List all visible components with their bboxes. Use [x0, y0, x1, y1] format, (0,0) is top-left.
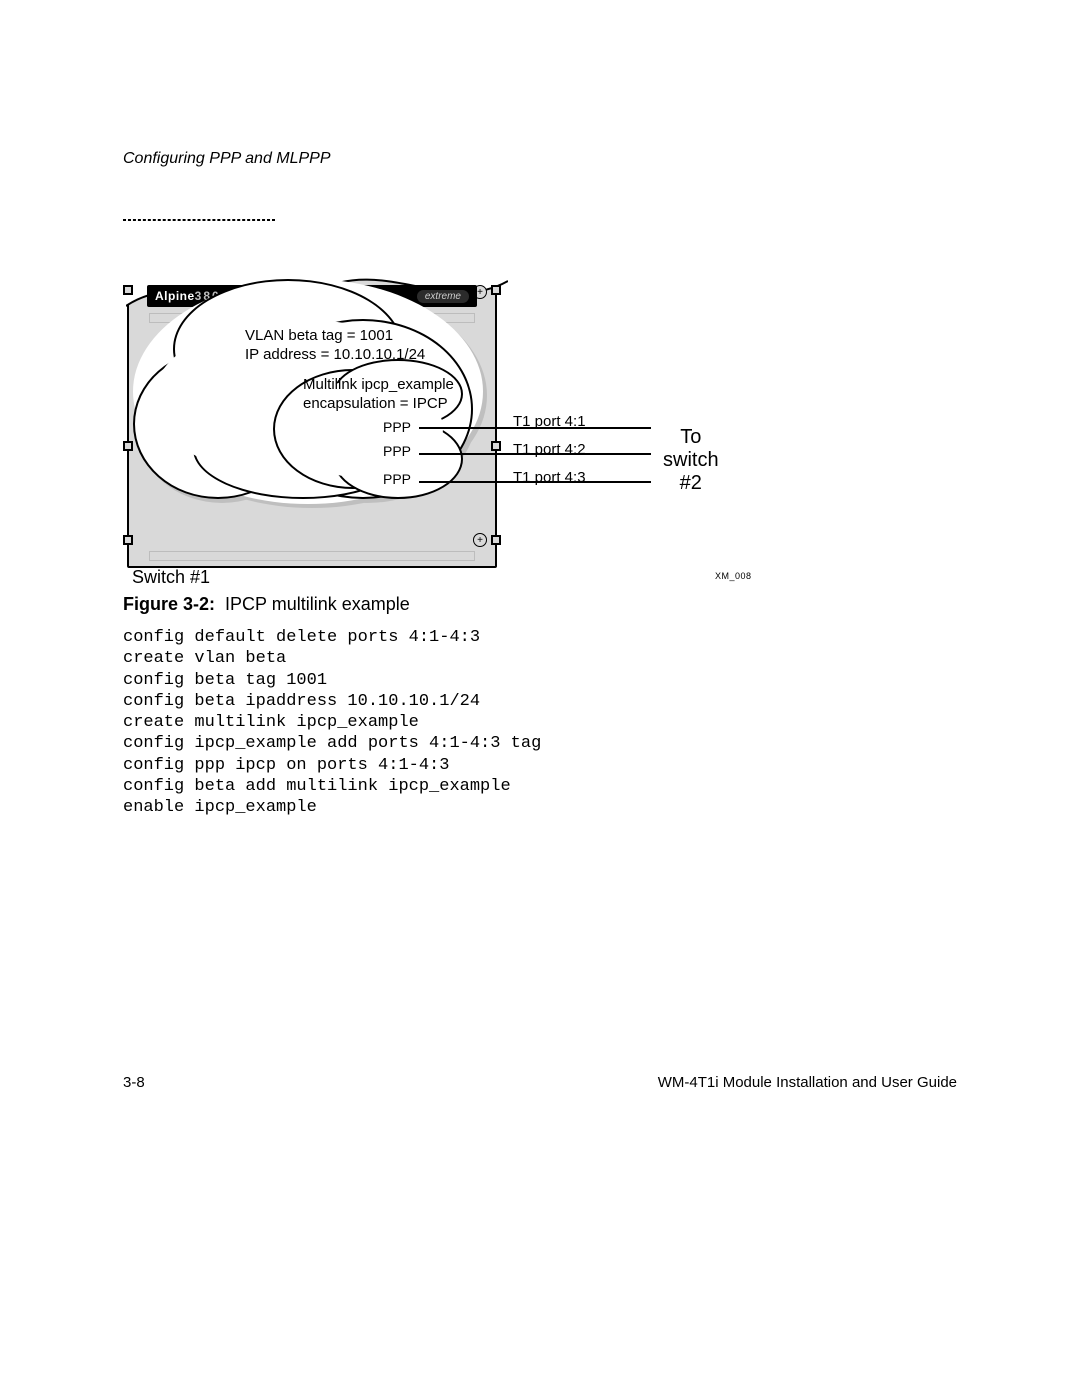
chassis-tab-icon [491, 535, 501, 545]
ppp-label: PPP [383, 471, 411, 489]
multilink-label: Multilink ipcp_example encapsulation = I… [303, 376, 454, 414]
page-number: 3-8 [123, 1074, 145, 1091]
ppp-label: PPP [383, 443, 411, 461]
figure-ipcp-multilink: + + Alpine3800 extreme [123, 219, 743, 591]
multilink-label-line2: encapsulation = IPCP [303, 395, 448, 412]
screw-icon: + [473, 533, 487, 547]
chassis-tab-icon [491, 285, 501, 295]
doc-title-footer: WM-4T1i Module Installation and User Gui… [658, 1074, 957, 1091]
vlan-label: VLAN beta tag = 1001 IP address = 10.10.… [245, 327, 425, 365]
port-label: T1 port 4:3 [513, 469, 586, 488]
to-switch-line2: switch [663, 449, 719, 471]
figure-code: XM_008 [715, 571, 752, 581]
empty-slot-icon [149, 551, 475, 561]
vlan-label-line1: VLAN beta tag = 1001 [245, 327, 393, 344]
chassis-tab-icon [123, 535, 133, 545]
to-switch-line1: To [680, 426, 701, 448]
figure-caption-text: IPCP multilink example [225, 594, 410, 614]
chassis-tab-icon [123, 441, 133, 451]
figure-caption: Figure 3-2: IPCP multilink example [123, 594, 410, 615]
port-label: T1 port 4:1 [513, 413, 586, 432]
config-code-block: config default delete ports 4:1-4:3 crea… [123, 627, 541, 818]
device-brand-text: Alpine [155, 289, 195, 303]
chassis-tab-icon [491, 441, 501, 451]
page: Configuring PPP and MLPPP + + Alpine3800 [0, 0, 1080, 1397]
chassis-tab-icon [123, 285, 133, 295]
switch-name-label: Switch #1 [132, 567, 210, 588]
vendor-badge: extreme [417, 290, 469, 303]
multilink-label-line1: Multilink ipcp_example [303, 376, 454, 393]
to-switch-line3: #2 [680, 472, 702, 494]
running-head: Configuring PPP and MLPPP [123, 150, 331, 168]
divider-dashed-icon [123, 220, 275, 221]
port-label: T1 port 4:2 [513, 441, 586, 460]
to-switch-label: To switch #2 [663, 426, 719, 495]
ppp-label: PPP [383, 419, 411, 437]
figure-caption-label: Figure 3-2: [123, 594, 215, 614]
vlan-label-line2: IP address = 10.10.10.1/24 [245, 346, 425, 363]
